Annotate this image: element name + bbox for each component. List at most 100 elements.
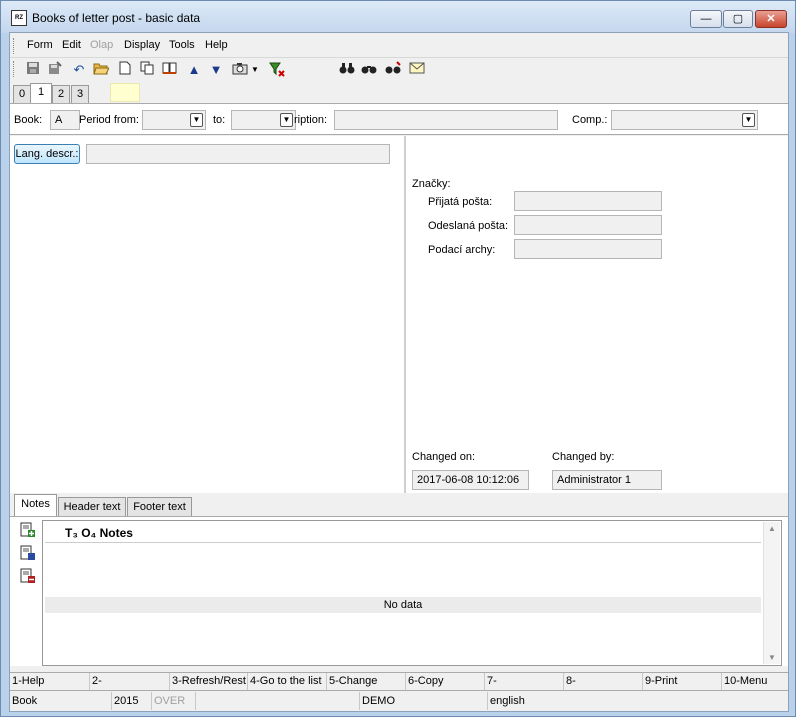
save-icon[interactable] [24,61,42,79]
menu-tools[interactable]: Tools [169,39,195,51]
fkey-6[interactable]: 6-Copy [406,673,485,690]
toolbar: ↶ ▲ ▼ ▼ [10,57,788,81]
fkey-10[interactable]: 10-Menu [722,673,788,690]
lang-descr-field[interactable] [86,144,390,164]
no-data-message: No data [45,597,761,613]
sent-field[interactable] [514,215,662,235]
notes-scrollbar[interactable]: ▲ ▼ [763,522,780,664]
marks-label: Značky: [412,178,451,190]
window-title: Books of letter post - basic data [32,11,201,25]
maximize-icon: ▢ [732,13,744,25]
description-field[interactable] [334,110,558,130]
book-field[interactable]: A [50,110,80,130]
application-window: RZ Books of letter post - basic data — ▢… [0,0,796,717]
add-note-icon[interactable] [20,522,38,540]
status-year: 2015 [112,692,152,710]
menu-edit[interactable]: Edit [62,39,81,51]
tab-3[interactable]: 3 [71,85,89,103]
chevron-down-icon[interactable]: ▼ [280,113,293,127]
minimize-button[interactable]: — [690,10,722,28]
binoculars-icon[interactable] [338,61,356,79]
changed-on-label: Changed on: [412,451,475,463]
main-panel: Lang. descr.: Značky: Přijatá pošta: Ode… [10,136,788,493]
chevron-down-icon[interactable]: ▼ [742,113,755,127]
filing-field[interactable] [514,239,662,259]
menu-olap[interactable]: Olap [90,39,113,51]
status-bar: Book 2015 OVER DEMO english [10,692,788,711]
menu-bar: Form Edit Olap Display Tools Help [10,35,788,55]
maximize-button[interactable]: ▢ [723,10,753,28]
period-from-label: Period from: [79,114,139,126]
tab-2[interactable]: 2 [52,85,70,103]
arrow-down-icon[interactable]: ▼ [207,61,225,79]
fkey-3[interactable]: 3-Refresh/Rest [170,673,248,690]
received-label: Přijatá pošta: [428,196,493,208]
notes-grid: Т₃ О₄ Notes No data ▲ ▼ [42,520,782,666]
comp-label: Comp.: [572,114,608,126]
mail-icon[interactable] [408,61,426,79]
description-label: ription: [294,114,328,126]
minimize-icon: — [700,13,712,25]
edit-note-icon[interactable] [20,545,38,563]
vertical-splitter[interactable] [404,136,406,493]
changed-on-field: 2017-06-08 10:12:06 [412,470,529,490]
save-as-icon[interactable] [46,61,64,79]
filter-bar: Book: A Period from: ▼ to: ▼ ription: Co… [10,103,788,135]
tab-footer-text[interactable]: Footer text [127,497,192,516]
status-language: english [490,695,525,707]
lang-descr-button[interactable]: Lang. descr.: [14,144,80,164]
status-empty-1 [196,692,360,710]
copy-icon[interactable] [138,61,156,79]
filing-label: Podací archy: [428,244,496,256]
scroll-up-icon[interactable]: ▲ [768,524,776,533]
fkey-5[interactable]: 5-Change [327,673,406,690]
changed-by-field: Administrator 1 [552,470,662,490]
client-area: Form Edit Olap Display Tools Help ↶ ▲ ▼ … [9,32,789,712]
record-tabs: 0 1 2 3 [10,83,788,103]
fkey-8[interactable]: 8- [564,673,643,690]
changed-by-label: Changed by: [552,451,615,463]
menu-form[interactable]: Form [27,39,53,51]
camera-icon[interactable] [231,61,249,79]
book-icon[interactable] [161,61,179,79]
received-field[interactable] [514,191,662,211]
fkey-2[interactable]: 2- [90,673,170,690]
tab-header-text[interactable]: Header text [58,497,126,516]
period-from-select[interactable]: ▼ [142,110,206,130]
status-mode: OVER [152,692,196,710]
scroll-down-icon[interactable]: ▼ [768,653,776,662]
fkey-4[interactable]: 4-Go to the list [248,673,327,690]
chevron-down-icon[interactable]: ▼ [190,113,203,127]
filter-icon[interactable] [268,61,286,79]
tab-notes[interactable]: Notes [14,494,57,516]
delete-note-icon[interactable] [20,568,38,586]
find-next-icon[interactable] [360,61,378,79]
menu-display[interactable]: Display [124,39,160,51]
dropdown-arrow-icon[interactable]: ▼ [250,61,260,79]
close-icon: ✕ [766,13,776,25]
notes-header-label: Notes [99,526,133,540]
notes-column-header[interactable]: Т₃ О₄ Notes [45,523,761,543]
open-folder-icon[interactable] [92,61,110,79]
book-label: Book: [14,114,43,126]
arrow-up-icon[interactable]: ▲ [185,61,203,79]
comp-select[interactable]: ▼ [611,110,758,130]
function-key-bar: 1-Help 2- 3-Refresh/Rest 4-Go to the lis… [10,672,788,691]
notes-header-prefix: Т₃ О₄ [65,526,97,540]
menu-help[interactable]: Help [205,39,228,51]
menu-grip [13,38,15,54]
tab-1[interactable]: 1 [30,83,52,103]
fkey-1[interactable]: 1-Help [10,673,90,690]
tab-0[interactable]: 0 [13,85,31,103]
notes-panel: Т₃ О₄ Notes No data ▲ ▼ [10,516,788,666]
title-bar[interactable]: RZ Books of letter post - basic data — ▢… [1,1,795,33]
undo-icon[interactable]: ↶ [70,61,88,79]
status-db: DEMO [360,692,488,710]
close-button[interactable]: ✕ [755,10,787,28]
app-icon: RZ [11,10,27,26]
find-replace-icon[interactable] [384,61,402,79]
fkey-9[interactable]: 9-Print [643,673,722,690]
fkey-7[interactable]: 7- [485,673,564,690]
new-document-icon[interactable] [116,61,134,79]
period-to-select[interactable]: ▼ [231,110,296,130]
